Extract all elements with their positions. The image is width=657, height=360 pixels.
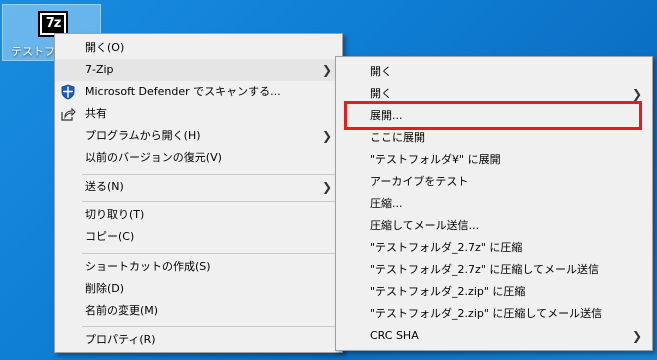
submenu-item-label: アーカイブをテスト [370, 175, 469, 188]
submenu-item-extract-to-folder[interactable]: "テストフォルダ¥" に展開 [336, 149, 652, 171]
menu-item-copy[interactable]: コピー(C) [55, 226, 342, 248]
menu-item-label: 送る(N) [85, 180, 124, 193]
submenu-item-label: "テストフォルダ_2.zip" に圧縮してメール送信 [370, 307, 603, 320]
submenu-item-crc-sha[interactable]: CRC SHA ❯ [336, 325, 652, 347]
menu-item-label: プロパティ(R) [85, 333, 156, 346]
menu-separator [82, 253, 340, 254]
menu-separator [82, 201, 340, 202]
submenu-item-label: 展開... [370, 109, 403, 122]
submenu-item-add-to-zip-and-email[interactable]: "テストフォルダ_2.zip" に圧縮してメール送信 [336, 303, 652, 325]
submenu-item-add-to-7z-and-email[interactable]: "テストフォルダ_2.7z" に圧縮してメール送信 [336, 259, 652, 281]
submenu-item-label: "テストフォルダ_2.7z" に圧縮してメール送信 [370, 263, 600, 276]
menu-item-7zip[interactable]: 7-Zip ❯ [55, 59, 342, 81]
menu-item-label: 切り取り(T) [85, 208, 145, 221]
menu-item-delete[interactable]: 削除(D) [55, 278, 342, 300]
submenu-item-add-to-archive[interactable]: 圧縮... [336, 193, 652, 215]
menu-item-defender-scan[interactable]: Microsoft Defender でスキャンする... [55, 81, 342, 103]
submenu-item-label: "テストフォルダ_2.zip" に圧縮 [370, 285, 526, 298]
submenu-item-label: "テストフォルダ¥" に展開 [370, 153, 501, 166]
menu-item-label: 共有 [85, 107, 107, 120]
menu-separator [82, 326, 340, 327]
menu-item-label: 以前のバージョンの復元(V) [85, 151, 222, 164]
menu-item-label: Microsoft Defender でスキャンする... [85, 85, 281, 98]
menu-item-label: 名前の変更(M) [85, 304, 159, 317]
chevron-right-icon: ❯ [631, 329, 642, 343]
menu-item-restore-previous-versions[interactable]: 以前のバージョンの復元(V) [55, 147, 342, 169]
menu-separator [82, 174, 340, 175]
menu-item-open[interactable]: 開く(O) [55, 37, 342, 59]
menu-item-cut[interactable]: 切り取り(T) [55, 204, 342, 226]
submenu-item-label: 開く [370, 87, 392, 100]
menu-item-label: 削除(D) [85, 282, 125, 295]
context-menu: 開く(O) 7-Zip ❯ Microsoft Defender でスキャンする… [54, 33, 343, 353]
menu-item-share[interactable]: 共有 [55, 103, 342, 125]
chevron-right-icon: ❯ [321, 63, 332, 77]
chevron-right-icon: ❯ [321, 129, 332, 143]
submenu-item-label: CRC SHA [370, 329, 419, 342]
menu-item-label: ショートカットの作成(S) [85, 260, 211, 273]
chevron-right-icon: ❯ [631, 87, 642, 101]
submenu-item-label: "テストフォルダ_2.7z" に圧縮 [370, 241, 523, 254]
submenu-item-extract-files[interactable]: 展開... [336, 105, 652, 127]
menu-item-label: 7-Zip [85, 63, 114, 76]
menu-item-send-to[interactable]: 送る(N) ❯ [55, 176, 342, 198]
submenu-item-open-as[interactable]: 開く ❯ [336, 83, 652, 105]
menu-item-open-with[interactable]: プログラムから開く(H) ❯ [55, 125, 342, 147]
menu-item-label: コピー(C) [85, 230, 135, 243]
menu-item-properties[interactable]: プロパティ(R) [55, 329, 342, 351]
submenu-item-extract-here[interactable]: ここに展開 [336, 127, 652, 149]
submenu-item-add-to-7z[interactable]: "テストフォルダ_2.7z" に圧縮 [336, 237, 652, 259]
menu-item-create-shortcut[interactable]: ショートカットの作成(S) [55, 256, 342, 278]
7zip-submenu: 開く 開く ❯ 展開... ここに展開 "テストフォルダ¥" に展開 アーカイブ… [335, 56, 653, 351]
submenu-item-test-archive[interactable]: アーカイブをテスト [336, 171, 652, 193]
menu-item-rename[interactable]: 名前の変更(M) [55, 300, 342, 322]
submenu-item-add-to-zip[interactable]: "テストフォルダ_2.zip" に圧縮 [336, 281, 652, 303]
submenu-item-compress-and-email[interactable]: 圧縮してメール送信... [336, 215, 652, 237]
menu-item-label: プログラムから開く(H) [85, 129, 201, 142]
submenu-item-label: 開く [370, 65, 392, 78]
share-icon [60, 106, 76, 122]
menu-item-label: 開く(O) [85, 41, 125, 54]
submenu-item-label: 圧縮してメール送信... [370, 219, 480, 232]
submenu-item-label: ここに展開 [370, 131, 425, 144]
7zip-logo-text: 7z [42, 15, 64, 33]
submenu-item-label: 圧縮... [370, 197, 403, 210]
submenu-item-open[interactable]: 開く [336, 61, 652, 83]
defender-shield-icon [60, 84, 76, 100]
chevron-right-icon: ❯ [321, 180, 332, 194]
